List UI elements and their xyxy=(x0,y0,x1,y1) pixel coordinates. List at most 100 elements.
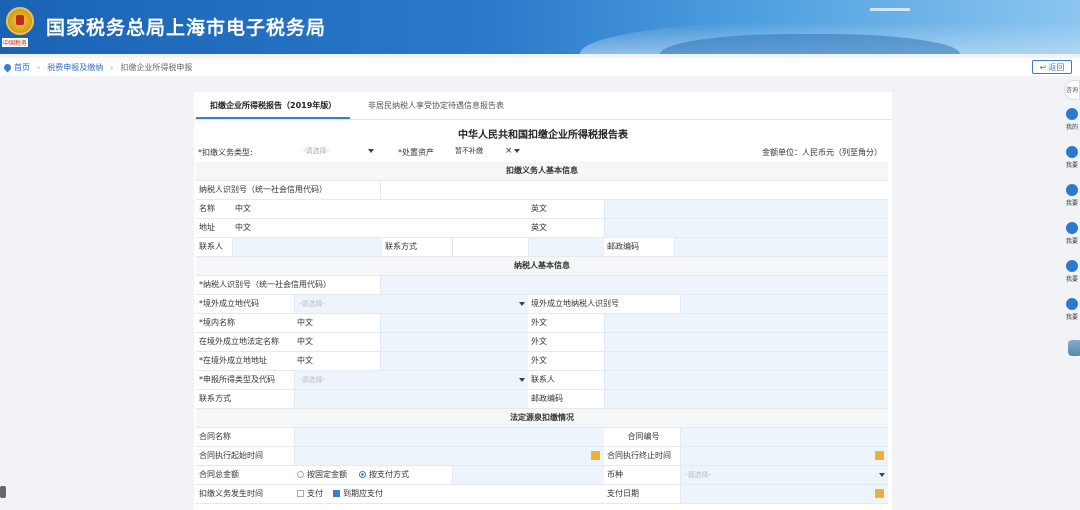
checkbox-due[interactable]: 到期应支付 xyxy=(330,485,410,503)
service-icon xyxy=(1066,146,1078,158)
breadcrumb-current: 扣缴企业所得税申报 xyxy=(120,63,193,72)
checkbox-icon xyxy=(297,490,304,497)
radio-payment-label: 按支付方式 xyxy=(369,470,409,479)
table-row: 合同执行起始时间 合同执行终止时间 xyxy=(196,447,888,466)
tax-emblem-icon xyxy=(6,7,34,35)
side-consult-tab[interactable]: 咨询 xyxy=(1064,80,1080,100)
table-row: *境内名称 中文 外文 xyxy=(196,314,888,333)
table-row: *在境外成立地地址 中文 外文 xyxy=(196,352,888,371)
currency-label: 币种 xyxy=(607,470,623,479)
taxpayer-legal-name-foreign: 外文 xyxy=(531,337,547,346)
side-item-mine[interactable]: 我的 xyxy=(1064,108,1080,131)
contract-end-date-input[interactable] xyxy=(680,447,888,465)
left-scroll-handle[interactable] xyxy=(0,486,6,498)
taxpayer-foreign-taxid-input[interactable] xyxy=(680,295,888,313)
taxpayer-country-placeholder: -请选择- xyxy=(299,300,326,308)
amount-unit: 金额单位：人民币元（列至角分） xyxy=(762,148,882,157)
side-item-label: 我要 xyxy=(1065,314,1078,321)
side-item-label: 我要 xyxy=(1065,276,1078,283)
taxpayer-domestic-name-label: *境内名称 xyxy=(199,318,235,327)
taxpayer-taxid-input[interactable] xyxy=(380,276,888,294)
side-item-5[interactable]: 我要 xyxy=(1064,298,1080,321)
taxpayer-contact-input[interactable] xyxy=(604,371,888,389)
back-arrow-icon: ↩ xyxy=(1039,62,1047,72)
pay-date-input[interactable] xyxy=(680,485,888,503)
active-tab-indicator xyxy=(196,117,350,119)
taxpayer-income-type-placeholder: -请选择- xyxy=(299,376,326,384)
tab-bar: 扣缴企业所得税报告（2019年版） 非居民纳税人享受协定待遇信息报告表 xyxy=(194,92,892,120)
currency-select[interactable]: -请选择- xyxy=(680,466,888,484)
table-row: 在境外成立地法定名称 中文 外文 xyxy=(196,333,888,352)
side-item-2[interactable]: 我要 xyxy=(1064,184,1080,207)
side-item-3[interactable]: 我要 xyxy=(1064,222,1080,245)
tab-treaty-report[interactable]: 非居民纳税人享受协定待遇信息报告表 xyxy=(368,100,504,111)
clear-icon[interactable]: × xyxy=(505,146,513,156)
taxpayer-income-type-select[interactable]: -请选择- xyxy=(294,371,528,389)
checkbox-due-label: 到期应支付 xyxy=(343,489,383,498)
table-row: 地址 中文 英文 xyxy=(196,219,888,238)
contract-no-input[interactable] xyxy=(680,428,888,446)
checkbox-pay-label: 支付 xyxy=(307,489,323,498)
radio-icon xyxy=(297,471,304,478)
occur-time-label: 扣缴义务发生时间 xyxy=(199,489,263,498)
tab-withholding-report[interactable]: 扣缴企业所得税报告（2019年版） xyxy=(210,100,336,111)
taxpayer-legal-name-foreign-input[interactable] xyxy=(604,333,888,351)
breadcrumb-home[interactable]: 首页 xyxy=(14,62,30,73)
breadcrumb-tax-filing[interactable]: 税费申报及缴纳 xyxy=(47,62,103,73)
withholder-name-en-label: 英文 xyxy=(531,204,547,213)
side-item-1[interactable]: 我要 xyxy=(1064,146,1080,169)
radio-selected-icon xyxy=(359,471,366,478)
taxpayer-legal-name-label: 在境外成立地法定名称 xyxy=(199,337,279,346)
contract-total-input[interactable] xyxy=(452,466,604,484)
withholder-name-label: 名称 xyxy=(199,204,215,213)
radio-payment-method[interactable]: 按支付方式 xyxy=(356,466,452,484)
emblem-caption: 中国税务 xyxy=(2,38,29,47)
chevron-down-icon xyxy=(519,302,525,306)
contract-end-label: 合同执行终止时间 xyxy=(607,451,671,460)
taxpayer-address-cn: 中文 xyxy=(297,356,313,365)
withholder-addr-label: 地址 xyxy=(199,223,215,232)
report-grid: 扣缴义务人基本信息 纳税人识别号（统一社会信用代码） 名称 中文 英文 地址 中… xyxy=(196,162,888,510)
taxpayer-legal-name-input[interactable] xyxy=(380,333,528,351)
contract-start-date-input[interactable] xyxy=(294,447,604,465)
calendar-icon[interactable] xyxy=(875,451,884,460)
taxpayer-address-label: *在境外成立地地址 xyxy=(199,356,267,365)
withholder-taxid-label: 纳税人识别号（统一社会信用代码） xyxy=(199,185,327,194)
side-item-4[interactable]: 我要 xyxy=(1064,260,1080,283)
contract-start-label: 合同执行起始时间 xyxy=(199,451,263,460)
taxpayer-domestic-name-input[interactable] xyxy=(380,314,528,332)
assistant-avatar-icon[interactable] xyxy=(1068,340,1080,356)
search-icon xyxy=(1066,184,1078,196)
checkbox-checked-icon xyxy=(333,490,340,497)
checkbox-pay[interactable]: 支付 xyxy=(294,485,330,503)
taxpayer-foreign-taxid-label: 境外成立地纳税人识别号 xyxy=(531,299,619,308)
withholder-addr-en-field xyxy=(604,219,888,237)
contract-no-label: 合同编号 xyxy=(627,432,660,441)
calendar-icon[interactable] xyxy=(591,451,600,460)
taxpayer-address-input[interactable] xyxy=(380,352,528,370)
table-row: 联系方式 邮政编码 xyxy=(196,390,888,409)
section-taxpayer: 纳税人基本信息 xyxy=(196,257,888,276)
taxpayer-postcode-input[interactable] xyxy=(604,390,888,408)
obligation-type-select[interactable]: -请选择- xyxy=(298,144,378,158)
taxpayer-country-select[interactable]: -请选择- xyxy=(294,295,528,313)
withholder-postcode-label: 邮政编码 xyxy=(607,242,639,251)
side-item-label: 我要 xyxy=(1065,162,1078,169)
taxpayer-address-foreign-input[interactable] xyxy=(604,352,888,370)
section-source-withholding: 法定源泉扣缴情况 xyxy=(196,409,888,428)
taxpayer-phone-label: 联系方式 xyxy=(199,394,231,403)
back-button[interactable]: ↩ 返回 xyxy=(1032,60,1072,74)
radio-fixed-amount[interactable]: 按固定金额 xyxy=(294,466,354,484)
taxpayer-domestic-name-foreign-input[interactable] xyxy=(604,314,888,332)
withholder-addr-en-label: 英文 xyxy=(531,223,547,232)
withholder-name-cn-label: 中文 xyxy=(235,204,251,213)
withholder-phone-field-2 xyxy=(528,238,604,256)
table-row: *申报所得类型及代码 -请选择- 联系人 xyxy=(196,371,888,390)
calendar-icon[interactable] xyxy=(875,489,884,498)
section-withholder: 扣缴义务人基本信息 xyxy=(196,162,888,181)
pay-date-label: 支付日期 xyxy=(607,489,639,498)
taxpayer-phone-input[interactable] xyxy=(294,390,528,408)
withholder-postcode-field xyxy=(674,238,888,256)
contract-name-input[interactable] xyxy=(294,428,604,446)
asset-disposal-select[interactable]: 暂不补缴 × xyxy=(450,144,524,158)
